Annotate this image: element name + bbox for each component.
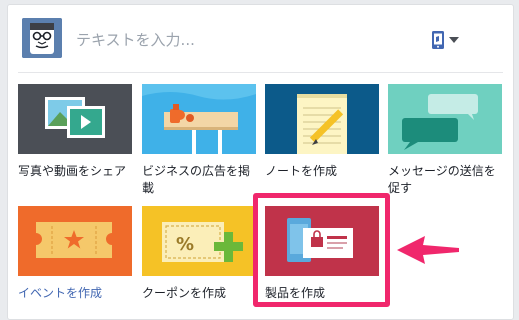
- create-post-card: テキストを入力... 写真や動画をシェア ビジネスの広告を掲載 ノートを作成 メ…: [7, 4, 514, 320]
- product-card-icon: [265, 206, 379, 276]
- action-label: 写真や動画をシェア: [18, 164, 127, 178]
- action-label: ビジネスの広告を掲載: [142, 164, 251, 195]
- svg-text:%: %: [176, 234, 194, 255]
- chat-bubbles-icon: [388, 84, 502, 154]
- action-label: 製品を作成: [265, 286, 326, 300]
- action-label: クーポンを作成: [142, 286, 227, 300]
- caret-down-icon: [449, 37, 459, 43]
- avatar[interactable]: [22, 18, 62, 58]
- notepad-pencil-icon: [265, 84, 379, 154]
- phone-icon: [432, 31, 444, 49]
- action-label: ノートを作成: [265, 164, 338, 178]
- pointer-arrow-icon: [395, 232, 461, 268]
- action-share-photo-video[interactable]: 写真や動画をシェア: [18, 84, 132, 180]
- billboard-icon: [142, 84, 256, 154]
- action-encourage-messages[interactable]: メッセージの送信を促す: [388, 84, 502, 197]
- action-create-coupon[interactable]: % クーポンを作成: [142, 206, 256, 302]
- action-create-product[interactable]: 製品を作成: [265, 206, 379, 302]
- composer-input[interactable]: テキストを入力...: [76, 29, 195, 50]
- action-label: メッセージの送信を促す: [388, 164, 496, 195]
- coupon-icon: %: [142, 206, 256, 276]
- audience-selector[interactable]: [431, 29, 471, 51]
- action-label: イベントを作成: [18, 286, 103, 300]
- face-avatar-icon: [22, 18, 62, 58]
- action-create-event[interactable]: イベントを作成: [18, 206, 132, 302]
- ticket-icon: [18, 206, 132, 276]
- action-business-ad[interactable]: ビジネスの広告を掲載: [142, 84, 256, 197]
- divider: [18, 72, 503, 73]
- composer: テキストを入力...: [8, 5, 513, 69]
- action-create-note[interactable]: ノートを作成: [265, 84, 379, 180]
- photo-video-icon: [18, 84, 132, 154]
